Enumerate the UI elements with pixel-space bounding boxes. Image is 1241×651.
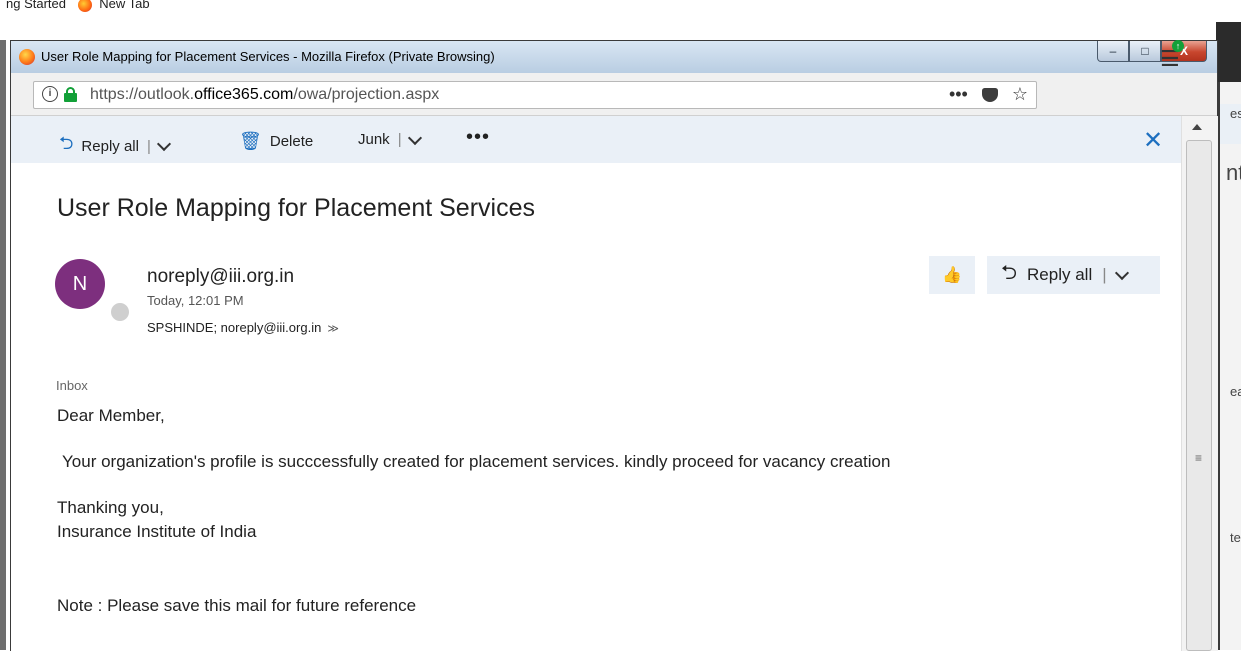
window-title: User Role Mapping for Placement Services… — [41, 49, 495, 64]
body-signature: Insurance Institute of India — [57, 522, 257, 541]
body-paragraph: Your organization's profile is succcessf… — [62, 452, 891, 471]
url-prefix: https://outlook. — [90, 86, 195, 103]
maximize-button[interactable]: □ — [1129, 41, 1161, 62]
message-timestamp: Today, 12:01 PM — [147, 293, 244, 308]
trash-icon: 🗑 — [239, 131, 262, 151]
grip-icon: ≡ — [1195, 451, 1203, 465]
url-tools: ••• ☆ — [949, 84, 1028, 105]
minimize-button[interactable]: – — [1097, 41, 1129, 62]
background-page-right: es nt eat te — [1216, 22, 1241, 650]
junk-command[interactable]: Junk | — [358, 130, 422, 148]
separator: | — [1102, 265, 1107, 284]
background-fragment: es — [1230, 106, 1241, 121]
chevron-down-icon[interactable] — [1114, 265, 1129, 281]
url-suffix: /owa/projection.aspx — [293, 86, 440, 103]
folder-label: Inbox — [56, 378, 88, 393]
firefox-logo-icon — [19, 49, 35, 65]
separator: | — [146, 137, 151, 155]
page-actions-icon[interactable]: ••• — [949, 84, 968, 105]
body-closing: Thanking you, — [57, 498, 164, 517]
info-icon[interactable]: i — [42, 86, 58, 102]
presence-status-icon — [109, 301, 131, 323]
scroll-up-icon[interactable] — [1192, 124, 1202, 130]
vertical-scrollbar[interactable]: ≡ — [1181, 116, 1218, 651]
avatar[interactable]: N — [55, 259, 105, 309]
background-tab-bar: ng Started New Tab — [6, 0, 150, 12]
url-text: https://outlook.office365.com/owa/projec… — [90, 86, 439, 104]
reply-all-command-label: Reply all — [81, 137, 139, 155]
window-controls: – □ X — [1097, 41, 1207, 63]
background-fragment: eat — [1230, 384, 1241, 399]
like-button[interactable]: 👍 — [929, 256, 975, 294]
command-bar: ⮌ Reply all | 🗑 Delete Junk | ••• ✕ — [11, 116, 1181, 163]
sender-address[interactable]: noreply@iii.org.in — [147, 266, 294, 288]
scrollbar-thumb[interactable]: ≡ — [1186, 140, 1212, 651]
background-newtab-label: New Tab — [99, 0, 150, 11]
pocket-icon[interactable] — [981, 88, 998, 102]
popup-window: User Role Mapping for Placement Services… — [10, 40, 1218, 651]
firefox-icon — [77, 0, 92, 12]
reply-all-icon: ⮌ — [59, 133, 74, 153]
chevron-down-icon[interactable] — [156, 136, 171, 152]
message-subject: User Role Mapping for Placement Services — [57, 194, 535, 222]
address-bar-row: i https://outlook.office365.com/owa/proj… — [11, 73, 1217, 116]
background-tab-label: ng Started — [6, 0, 66, 11]
background-left-edge — [0, 40, 6, 650]
url-bar[interactable]: i https://outlook.office365.com/owa/proj… — [33, 81, 1037, 109]
update-badge-icon: ↑ — [1172, 40, 1184, 52]
message-reading-pane: ⮌ Reply all | 🗑 Delete Junk | ••• ✕ User… — [11, 116, 1181, 651]
body-greeting: Dear Member, — [57, 406, 165, 425]
window-titlebar[interactable]: User Role Mapping for Placement Services… — [11, 41, 1217, 73]
reply-all-button[interactable]: ⮌ Reply all | — [987, 256, 1160, 294]
bookmark-star-icon[interactable]: ☆ — [1012, 84, 1028, 105]
separator: | — [397, 131, 402, 148]
body-note: Note : Please save this mail for future … — [57, 596, 417, 615]
chevron-down-icon[interactable] — [407, 130, 422, 145]
delete-command-label: Delete — [269, 133, 314, 150]
reply-all-button-label: Reply all — [1027, 265, 1093, 284]
junk-command-label: Junk — [358, 131, 390, 148]
background-page-strip: ng Started New Tab — [0, 0, 1241, 22]
more-actions-icon[interactable]: ••• — [466, 126, 490, 149]
reply-all-icon: ⮌ — [1001, 262, 1018, 284]
background-fragment: te — [1230, 530, 1241, 545]
secure-lock-icon[interactable] — [64, 87, 77, 102]
reply-all-command[interactable]: ⮌ Reply all | — [59, 131, 171, 161]
close-icon[interactable]: ✕ — [1143, 126, 1163, 155]
background-fragment: nt — [1226, 160, 1241, 185]
recipients-line[interactable]: SPSHINDE; noreply@iii.org.in ≫ — [147, 320, 339, 335]
background-dark-bar — [1216, 22, 1241, 82]
expand-recipients-icon[interactable]: ≫ — [327, 323, 339, 335]
thumbs-up-icon: 👍 — [942, 267, 962, 284]
url-domain: office365.com — [194, 86, 294, 103]
recipients-text: SPSHINDE; noreply@iii.org.in — [147, 320, 322, 335]
delete-command[interactable]: 🗑 Delete — [239, 131, 313, 152]
